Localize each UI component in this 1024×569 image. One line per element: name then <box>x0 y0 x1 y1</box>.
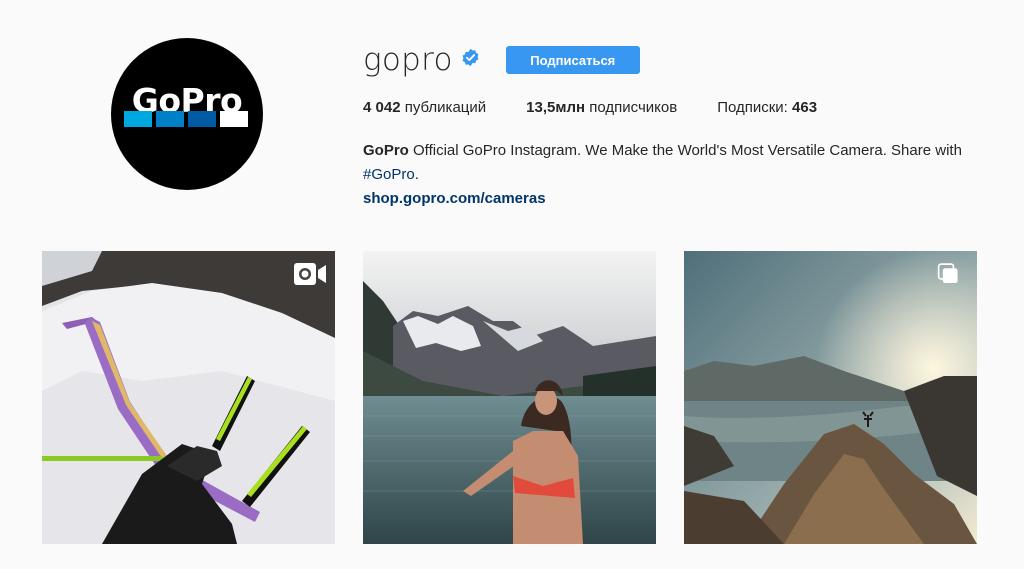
followers-label: подписчиков <box>589 99 678 116</box>
bio-hashtag-link[interactable]: #GoPro <box>363 166 415 183</box>
bio-period: . <box>414 166 419 183</box>
following-label: Подписки: <box>717 99 788 116</box>
profile-header: gopro Подписаться 4 042 публикаций 13,5м… <box>363 40 1003 211</box>
posts-label: публикаций <box>404 99 487 116</box>
gopro-logo-squares <box>124 111 248 127</box>
post-image-mountain <box>684 251 977 544</box>
carousel-icon <box>937 263 958 284</box>
followers-count: 13,5млн <box>526 99 586 116</box>
post-thumbnail-ski[interactable] <box>42 251 335 544</box>
following-stat[interactable]: Подписки: 463 <box>717 99 817 116</box>
bio-text: Official GoPro Instagram. We Make the Wo… <box>413 142 962 159</box>
posts-count: 4 042 <box>363 99 401 116</box>
bio-name: GoPro <box>363 142 409 159</box>
post-thumbnail-mountain[interactable] <box>684 251 977 544</box>
posts-grid <box>42 251 977 544</box>
follow-button[interactable]: Подписаться <box>505 46 640 74</box>
profile-stats: 4 042 публикаций 13,5млн подписчиков Под… <box>363 99 1003 116</box>
bio-website-link[interactable]: shop.gopro.com/cameras <box>363 187 973 211</box>
post-thumbnail-lake[interactable] <box>363 251 656 544</box>
title-row: gopro Подписаться <box>363 40 1003 80</box>
post-image-lake <box>363 251 656 544</box>
followers-stat[interactable]: 13,5млн подписчиков <box>526 99 677 116</box>
post-image-ski <box>42 251 335 544</box>
username: gopro <box>363 42 453 78</box>
profile-avatar[interactable]: GoPro <box>111 38 263 190</box>
following-count: 463 <box>792 99 818 116</box>
posts-stat: 4 042 публикаций <box>363 99 486 116</box>
profile-bio: GoPro Official GoPro Instagram. We Make … <box>363 139 973 211</box>
verified-badge-icon <box>462 48 479 66</box>
video-camera-icon <box>294 263 326 285</box>
